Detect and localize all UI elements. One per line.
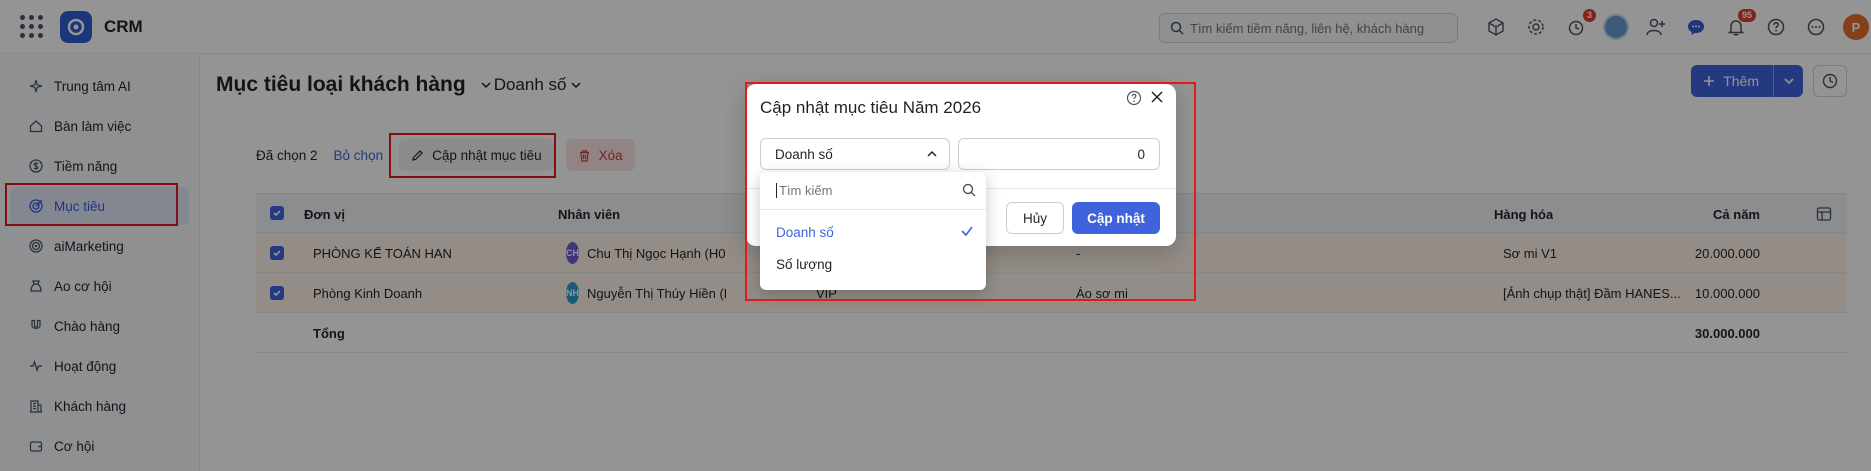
- update-button[interactable]: Cập nhật: [1072, 202, 1160, 234]
- option-label: Số lượng: [776, 256, 833, 272]
- dropdown-option-revenue[interactable]: Doanh số: [760, 216, 986, 248]
- dropdown-option-quantity[interactable]: Số lượng: [760, 248, 986, 280]
- chevron-up-icon: [927, 150, 937, 157]
- help-icon[interactable]: [1126, 90, 1142, 106]
- search-icon: [962, 183, 976, 197]
- option-label: Doanh số: [776, 224, 834, 240]
- dialog-title: Cập nhật mục tiêu Năm 2026: [760, 98, 982, 117]
- cancel-button[interactable]: Hủy: [1006, 202, 1064, 234]
- close-icon[interactable]: [1148, 88, 1166, 106]
- check-icon: [961, 226, 973, 237]
- goal-value-input[interactable]: [958, 138, 1160, 170]
- dropdown-search[interactable]: [760, 172, 986, 210]
- metric-dropdown: Doanh số Số lượng: [760, 172, 986, 290]
- metric-select[interactable]: Doanh số: [760, 138, 950, 170]
- metric-select-value: Doanh số: [775, 146, 833, 162]
- dropdown-search-input[interactable]: [776, 183, 946, 198]
